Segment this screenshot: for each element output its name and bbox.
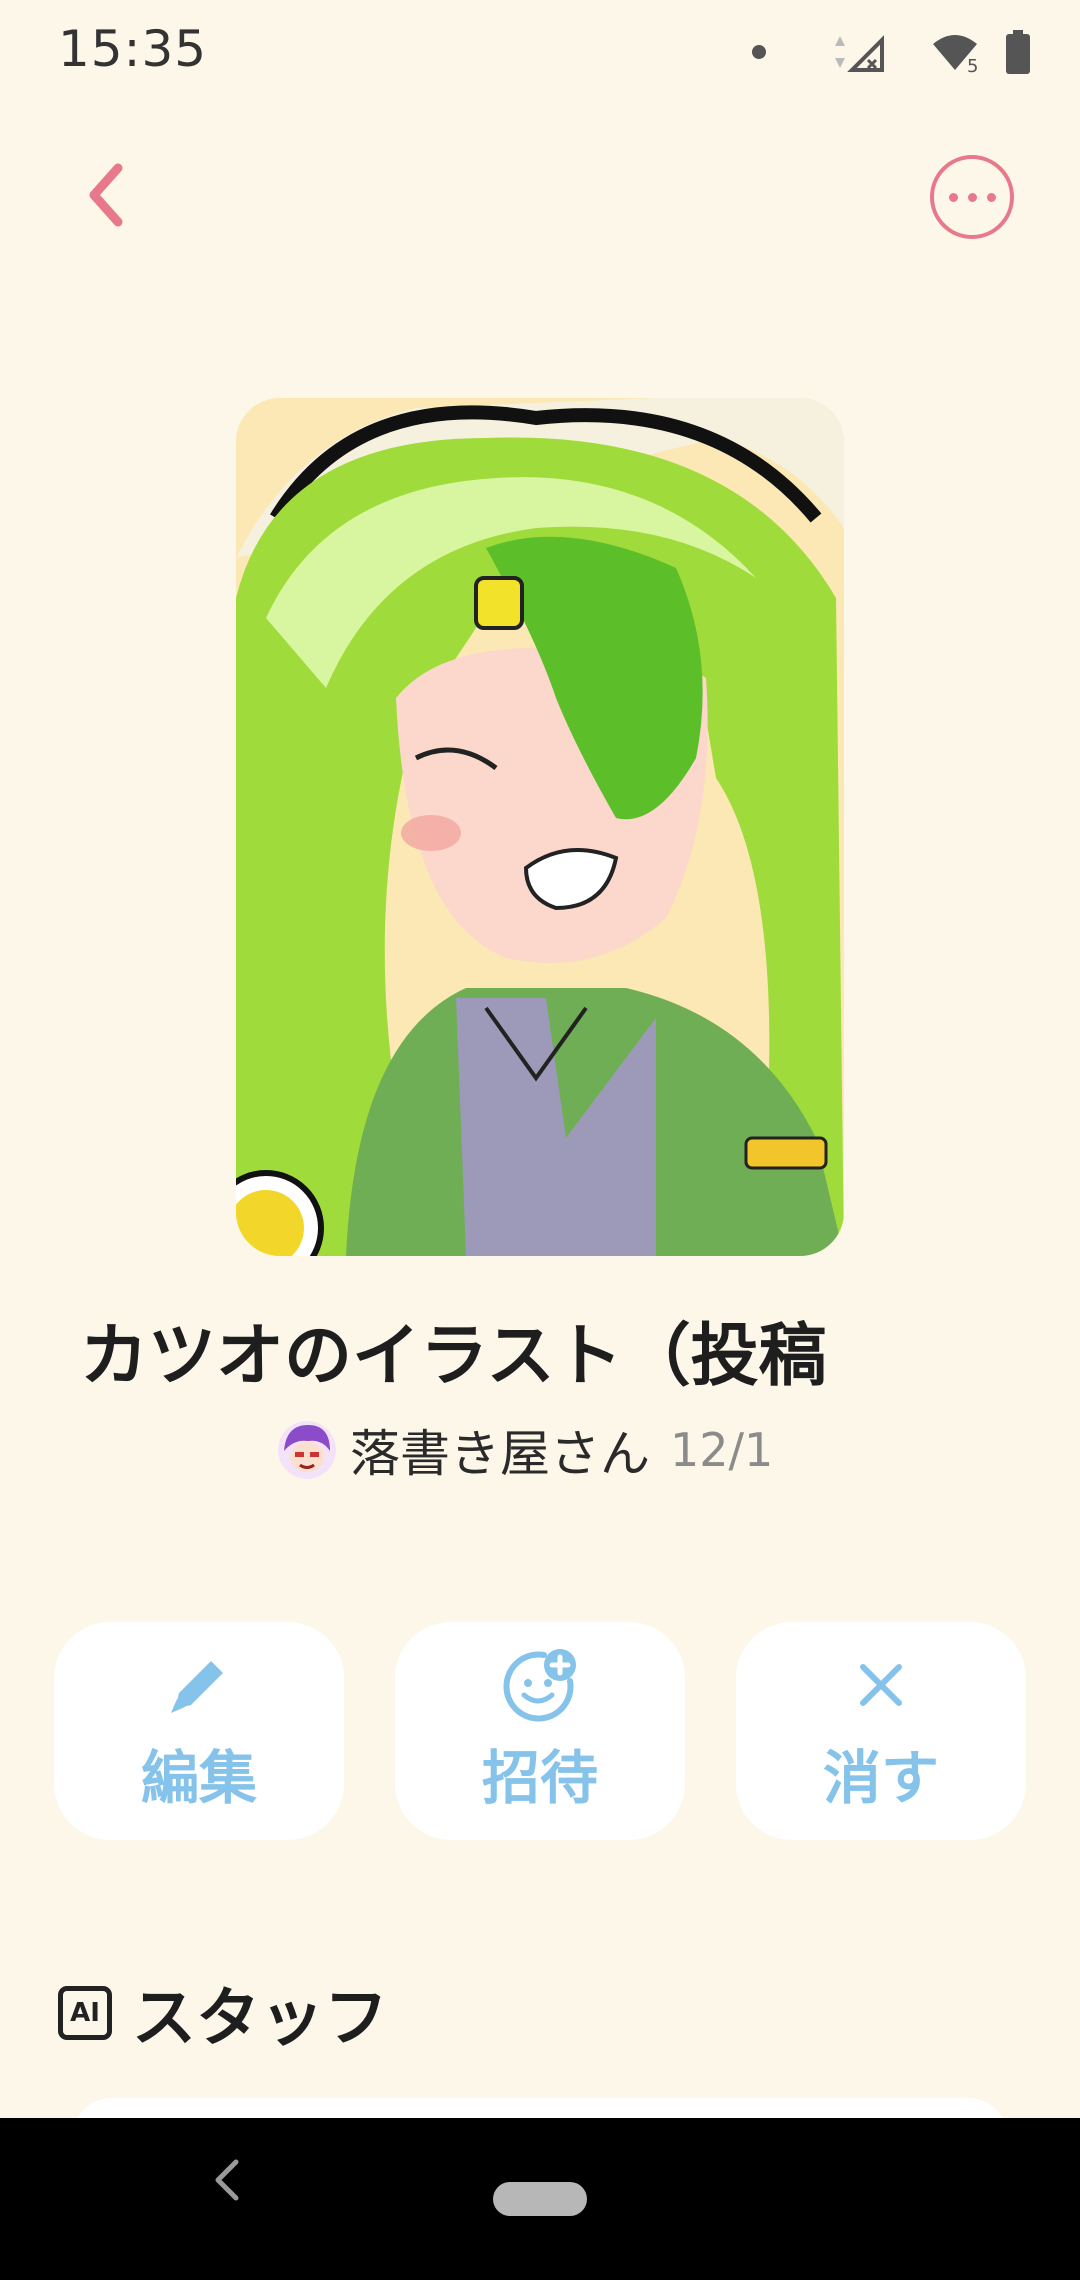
signal-off-icon: [835, 35, 884, 72]
system-nav-bar: [0, 2118, 1080, 2280]
post-date: 12/1: [670, 1423, 774, 1477]
delete-button[interactable]: 消す: [736, 1622, 1026, 1840]
staff-section-header: AI スタッフ: [58, 1968, 388, 2058]
status-time: 15:35: [58, 20, 208, 78]
post-cover-image[interactable]: [236, 398, 844, 1256]
chevron-left-icon: [89, 163, 123, 227]
nav-back-icon[interactable]: [210, 2156, 246, 2204]
action-row: 編集 招待 消す: [54, 1622, 1026, 1840]
delete-label: 消す: [822, 1744, 939, 1812]
invite-label: 招待: [481, 1744, 598, 1812]
invite-face-plus-icon: [503, 1649, 576, 1722]
battery-icon: [1006, 30, 1030, 74]
back-button[interactable]: [78, 160, 148, 230]
post-meta: 落書き屋さん 12/1: [278, 1418, 774, 1483]
staff-section-title: スタッフ: [132, 1982, 388, 2056]
more-horizontal-icon: [948, 192, 996, 202]
status-bar: 15:35 5: [0, 0, 1080, 100]
ai-badge-icon: AI: [58, 1986, 112, 2040]
more-options-button[interactable]: [930, 155, 1014, 239]
notification-dot-icon: [752, 45, 766, 59]
home-pill-icon[interactable]: [493, 2182, 587, 2216]
invite-button[interactable]: 招待: [395, 1622, 685, 1840]
edit-label: 編集: [140, 1744, 257, 1812]
status-icons: 5: [752, 24, 1032, 80]
pencil-icon: [171, 1661, 223, 1713]
edit-button[interactable]: 編集: [54, 1622, 344, 1840]
close-x-icon: [860, 1664, 902, 1706]
author-avatar[interactable]: [278, 1421, 336, 1479]
post-title: カツオのイラスト（投稿: [80, 1317, 827, 1390]
svg-text:5: 5: [967, 56, 978, 76]
avatar-image: [278, 1421, 336, 1479]
author-name[interactable]: 落書き屋さん: [350, 1414, 650, 1486]
illustration: [236, 398, 844, 1256]
wifi-icon: 5: [933, 35, 978, 76]
